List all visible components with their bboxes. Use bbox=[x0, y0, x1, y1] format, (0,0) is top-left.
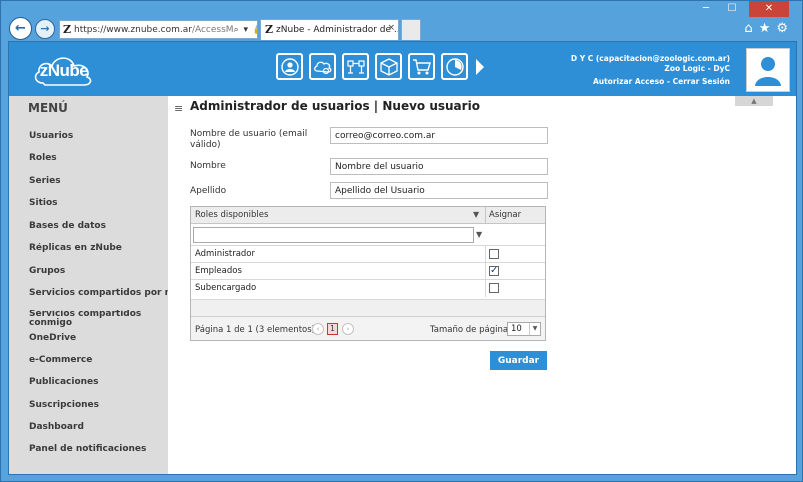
user-avatar-icon bbox=[755, 57, 781, 86]
logout-link[interactable]: Cerrar Sesión bbox=[673, 77, 730, 86]
username-input[interactable] bbox=[330, 127, 548, 144]
module-network-icon[interactable] bbox=[342, 53, 369, 80]
sidebar-menu: MENÚ Usuarios Roles Series Sitios Bases … bbox=[9, 96, 168, 474]
roles-filter-input[interactable] bbox=[193, 227, 474, 243]
close-window-button[interactable]: ✕ bbox=[749, 1, 789, 17]
logo-text: zNube bbox=[39, 61, 89, 80]
home-icon[interactable]: ⌂ bbox=[744, 21, 758, 36]
link-separator: - bbox=[666, 77, 670, 86]
main-content: ▲ ≡ Administrador de usuarios | Nuevo us… bbox=[168, 96, 796, 474]
sidebar-item-ecommerce[interactable]: e-Commerce bbox=[29, 355, 168, 365]
grid-header: Roles disponibles ▼ Asignar bbox=[191, 207, 545, 224]
filter-funnel-icon[interactable]: ▼ bbox=[476, 230, 482, 239]
module-cloud-settings-icon[interactable] bbox=[309, 53, 336, 80]
browser-titlebar: ─ ☐ ✕ ← → Z https://www.znube.com.ar/Acc… bbox=[1, 1, 802, 41]
sidebar-item-replicas[interactable]: Réplicas en zNube bbox=[29, 243, 168, 253]
authorize-access-link[interactable]: Autorizar Acceso bbox=[593, 77, 664, 86]
znube-logo[interactable]: zNube bbox=[31, 51, 97, 89]
column-header-assign[interactable]: Asignar bbox=[489, 210, 521, 220]
module-dashboard-icon[interactable] bbox=[441, 53, 468, 80]
sidebar-item-roles[interactable]: Roles bbox=[29, 153, 168, 163]
column-divider bbox=[485, 207, 486, 224]
tab-close-icon[interactable]: × bbox=[387, 23, 395, 33]
save-button[interactable]: Guardar bbox=[490, 351, 547, 370]
new-tab-button[interactable] bbox=[401, 19, 421, 40]
sidebar-item-servicios-compartidos-conmigo[interactable]: Servicios compartidos conmigo bbox=[29, 310, 149, 328]
user-name: D Y C (capacitacion@zoologic.com.ar) bbox=[570, 54, 730, 63]
address-tools-icons[interactable]: ⌕ ▾ 🔒 ↻ bbox=[234, 25, 257, 35]
sidebar-item-panel-de-notificaciones[interactable]: Panel de notificaciones bbox=[29, 444, 168, 454]
browser-window: ─ ☐ ✕ ← → Z https://www.znube.com.ar/Acc… bbox=[0, 0, 803, 482]
column-filter-icon[interactable]: ▼ bbox=[473, 210, 479, 219]
sidebar-item-publicaciones[interactable]: Publicaciones bbox=[29, 377, 168, 387]
username-label: Nombre de usuario (email válido) bbox=[190, 129, 308, 150]
browser-toolbar-icons[interactable]: ⌂★⚙ bbox=[744, 21, 794, 36]
module-box-icon[interactable] bbox=[375, 53, 402, 80]
column-header-roles[interactable]: Roles disponibles bbox=[195, 210, 268, 220]
sidebar-item-suscripciones[interactable]: Suscripciones bbox=[29, 400, 168, 410]
tab-title: zNube - Administrador de ... bbox=[276, 25, 399, 35]
minimize-button[interactable]: ─ bbox=[695, 1, 717, 17]
grid-pager: Página 1 de 1 (3 elementos) ‹ 1 › Tamaño… bbox=[191, 316, 545, 340]
sidebar-item-onedrive[interactable]: OneDrive bbox=[29, 333, 168, 343]
assign-checkbox-checked[interactable]: ✓ bbox=[489, 266, 499, 276]
back-button[interactable]: ← bbox=[9, 17, 32, 40]
browser-tab[interactable]: Z zNube - Administrador de ... × bbox=[260, 19, 399, 40]
table-row[interactable]: Subencargado bbox=[191, 279, 545, 297]
lastname-input[interactable] bbox=[330, 182, 548, 199]
app-viewport: zNube D Y C (capacitacion@zoologic.com.a… bbox=[8, 41, 797, 475]
sidebar-item-grupos[interactable]: Grupos bbox=[29, 266, 168, 276]
avatar[interactable] bbox=[746, 48, 790, 92]
module-cart-icon[interactable] bbox=[408, 53, 435, 80]
user-info: D Y C (capacitacion@zoologic.com.ar) Zoo… bbox=[571, 54, 730, 87]
row-divider bbox=[485, 263, 486, 280]
sidebar-item-bases-de-datos[interactable]: Bases de datos bbox=[29, 221, 168, 231]
next-page-button[interactable]: › bbox=[342, 323, 354, 335]
prev-page-button[interactable]: ‹ bbox=[312, 323, 324, 335]
chevron-down-icon[interactable]: ▼ bbox=[529, 323, 540, 335]
collapse-header-button[interactable]: ▲ bbox=[735, 96, 773, 106]
module-icons bbox=[276, 53, 486, 80]
module-users-icon[interactable] bbox=[276, 53, 303, 80]
menu-title: MENÚ bbox=[28, 101, 68, 115]
table-row[interactable]: Administrador bbox=[191, 245, 545, 263]
role-name: Empleados bbox=[195, 266, 242, 276]
company-name: Zoo Logic - DyC bbox=[664, 64, 730, 73]
address-bar[interactable]: Z https://www.znube.com.ar/AccessM ⌕ ▾ 🔒… bbox=[59, 20, 258, 39]
lastname-label: Apellido bbox=[190, 186, 227, 196]
roles-grid: Roles disponibles ▼ Asignar ▼ Administra… bbox=[190, 206, 546, 341]
role-name: Administrador bbox=[195, 249, 256, 259]
page-info: Página 1 de 1 (3 elementos) bbox=[195, 325, 315, 335]
sidebar-item-dashboard[interactable]: Dashboard bbox=[29, 422, 168, 432]
role-name: Subencargado bbox=[195, 283, 257, 293]
grid-empty-area bbox=[191, 299, 545, 316]
table-row[interactable]: Empleados ✓ bbox=[191, 262, 545, 280]
maximize-button[interactable]: ☐ bbox=[721, 1, 743, 17]
settings-gear-icon[interactable]: ⚙ bbox=[776, 21, 794, 36]
forward-button[interactable]: → bbox=[35, 19, 55, 39]
page-size-label: Tamaño de página: bbox=[430, 325, 511, 335]
name-input[interactable] bbox=[330, 158, 548, 175]
sidebar-item-series[interactable]: Series bbox=[29, 176, 168, 186]
page-size-select[interactable]: 10 ▼ bbox=[507, 322, 541, 336]
site-favicon-icon: Z bbox=[63, 22, 72, 36]
assign-checkbox[interactable] bbox=[489, 249, 499, 259]
current-page-button[interactable]: 1 bbox=[327, 323, 338, 335]
sidebar-item-sitios[interactable]: Sitios bbox=[29, 198, 168, 208]
address-url: https://www.znube.com.ar/AccessM bbox=[74, 24, 234, 35]
modules-next-arrow-icon[interactable] bbox=[474, 53, 486, 80]
favorites-star-icon[interactable]: ★ bbox=[759, 21, 777, 36]
app-header: zNube D Y C (capacitacion@zoologic.com.a… bbox=[9, 42, 796, 96]
user-links: Autorizar Acceso - Cerrar Sesión bbox=[571, 77, 730, 87]
sidebar-item-servicios-compartidos-por-mi[interactable]: Servicios compartidos por mi bbox=[29, 288, 168, 298]
sidebar-item-usuarios[interactable]: Usuarios bbox=[29, 131, 168, 141]
assign-checkbox[interactable] bbox=[489, 283, 499, 293]
row-divider bbox=[485, 280, 486, 297]
hamburger-menu-icon[interactable]: ≡ bbox=[174, 102, 183, 115]
page-title: Administrador de usuarios | Nuevo usuari… bbox=[190, 99, 480, 113]
name-label: Nombre bbox=[190, 161, 226, 171]
row-divider bbox=[485, 246, 486, 263]
tab-favicon-icon: Z bbox=[265, 23, 274, 36]
